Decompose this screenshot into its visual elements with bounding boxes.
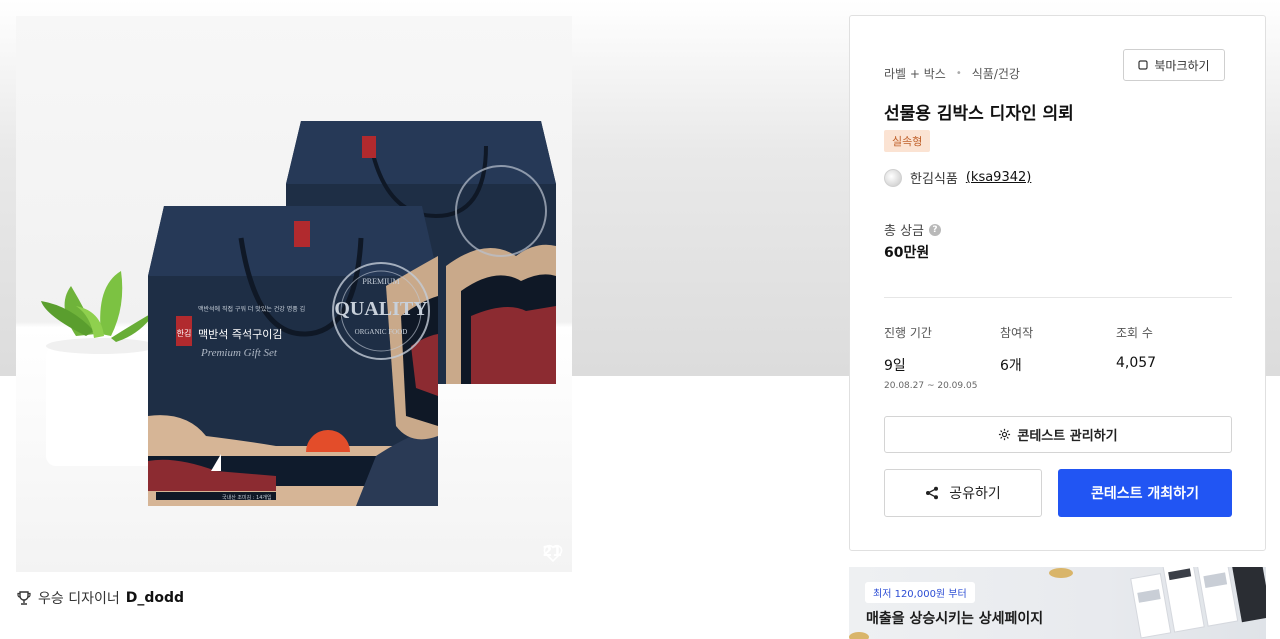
- like-counter[interactable]: 21: [543, 544, 562, 562]
- brand-mark: 한김: [177, 328, 192, 338]
- ad-illustration: [849, 567, 1266, 639]
- stat-period: 진행 기간 9일 20.08.27 ~ 20.09.05: [884, 324, 977, 391]
- prize-label-text: 총 상금: [884, 224, 925, 239]
- bookmark-icon: [1138, 60, 1148, 70]
- plant-pot: [41, 271, 156, 466]
- views-label: 조회 수: [1116, 326, 1153, 340]
- period-dates: 20.08.27 ~ 20.09.05: [884, 381, 978, 391]
- period-label: 진행 기간: [884, 326, 932, 340]
- stat-views: 조회 수 4,057: [1116, 324, 1156, 371]
- views-value: 4,057: [1116, 355, 1157, 371]
- category-sub[interactable]: 식품/건강: [972, 65, 1020, 82]
- share-button[interactable]: 공유하기: [884, 469, 1042, 517]
- manage-contest-button[interactable]: 콘테스트 관리하기: [884, 416, 1232, 453]
- bookmark-label: 북마크하기: [1154, 58, 1210, 73]
- owner-id-link[interactable]: (ksa9342): [966, 170, 1032, 185]
- share-label: 공유하기: [949, 486, 1001, 502]
- prize-label: 총 상금 ?: [884, 220, 942, 239]
- category-breadcrumb: 라벨 + 박스 • 식품/건강: [884, 65, 1020, 82]
- host-contest-button[interactable]: 콘테스트 개최하기: [1058, 469, 1232, 517]
- divider: [884, 297, 1232, 298]
- share-icon: [926, 486, 939, 500]
- gear-icon: [999, 428, 1011, 441]
- package-footer: 국내산 조미김 : 14개입: [222, 494, 272, 501]
- help-icon[interactable]: ?: [929, 223, 942, 236]
- winner-designer: 우승 디자이너 D_dodd: [16, 588, 184, 608]
- bookmark-button[interactable]: 북마크하기: [1123, 49, 1225, 81]
- stat-participants: 참여작 6개: [1000, 324, 1033, 375]
- manage-label: 콘테스트 관리하기: [1017, 429, 1118, 444]
- contest-title: 선물용 김박스 디자인 의뢰: [884, 104, 1074, 124]
- ad-banner[interactable]: 최저 120,000원 부터 매출을 상승시키는 상세페이지: [849, 567, 1266, 639]
- contest-info-panel: 라벨 + 박스 • 식품/건강 북마크하기 선물용 김박스 디자인 의뢰 실속형…: [849, 15, 1266, 551]
- trophy-icon: [17, 591, 31, 605]
- ad-title: 매출을 상승시키는 상세페이지: [866, 611, 1044, 627]
- stamp-main-text: QUALITY: [334, 298, 428, 320]
- period-value: 9일: [884, 358, 906, 374]
- tier-badge: 실속형: [884, 130, 931, 152]
- avatar[interactable]: [884, 168, 902, 187]
- participants-value: 6개: [1000, 358, 1022, 374]
- winner-name[interactable]: D_dodd: [126, 590, 184, 606]
- package-tagline: 맥반석에 직접 구워 더 맛있는 건강 명품 김: [198, 305, 305, 313]
- front-box: QUALITY PREMIUM ORGANIC FOOD 한김 맥반석에 직접 …: [148, 206, 438, 506]
- stamp-bottom-text: ORGANIC FOOD: [355, 328, 408, 336]
- winner-prefix: 우승 디자이너: [38, 591, 120, 607]
- heart-icon: [543, 544, 562, 562]
- package-script: Premium Gift Set: [200, 347, 278, 359]
- ad-price-pill: 최저 120,000원 부터: [865, 582, 975, 603]
- participants-label: 참여작: [1000, 326, 1034, 340]
- product-name: 맥반석 즉석구이김: [198, 328, 282, 341]
- contest-thumbnail[interactable]: QUALITY PREMIUM ORGANIC FOOD 한김 맥반석에 직접 …: [16, 16, 572, 572]
- stamp-top-text: PREMIUM: [362, 277, 399, 286]
- breadcrumb-separator: •: [955, 68, 962, 79]
- prize-value: 60만원: [884, 245, 930, 261]
- owner-name: 한김식품: [910, 172, 958, 187]
- contest-owner: 한김식품 (ksa9342): [884, 168, 1031, 187]
- gift-box-illustration: QUALITY PREMIUM ORGANIC FOOD 한김 맥반석에 직접 …: [41, 121, 556, 506]
- category-main[interactable]: 라벨 + 박스: [884, 65, 946, 82]
